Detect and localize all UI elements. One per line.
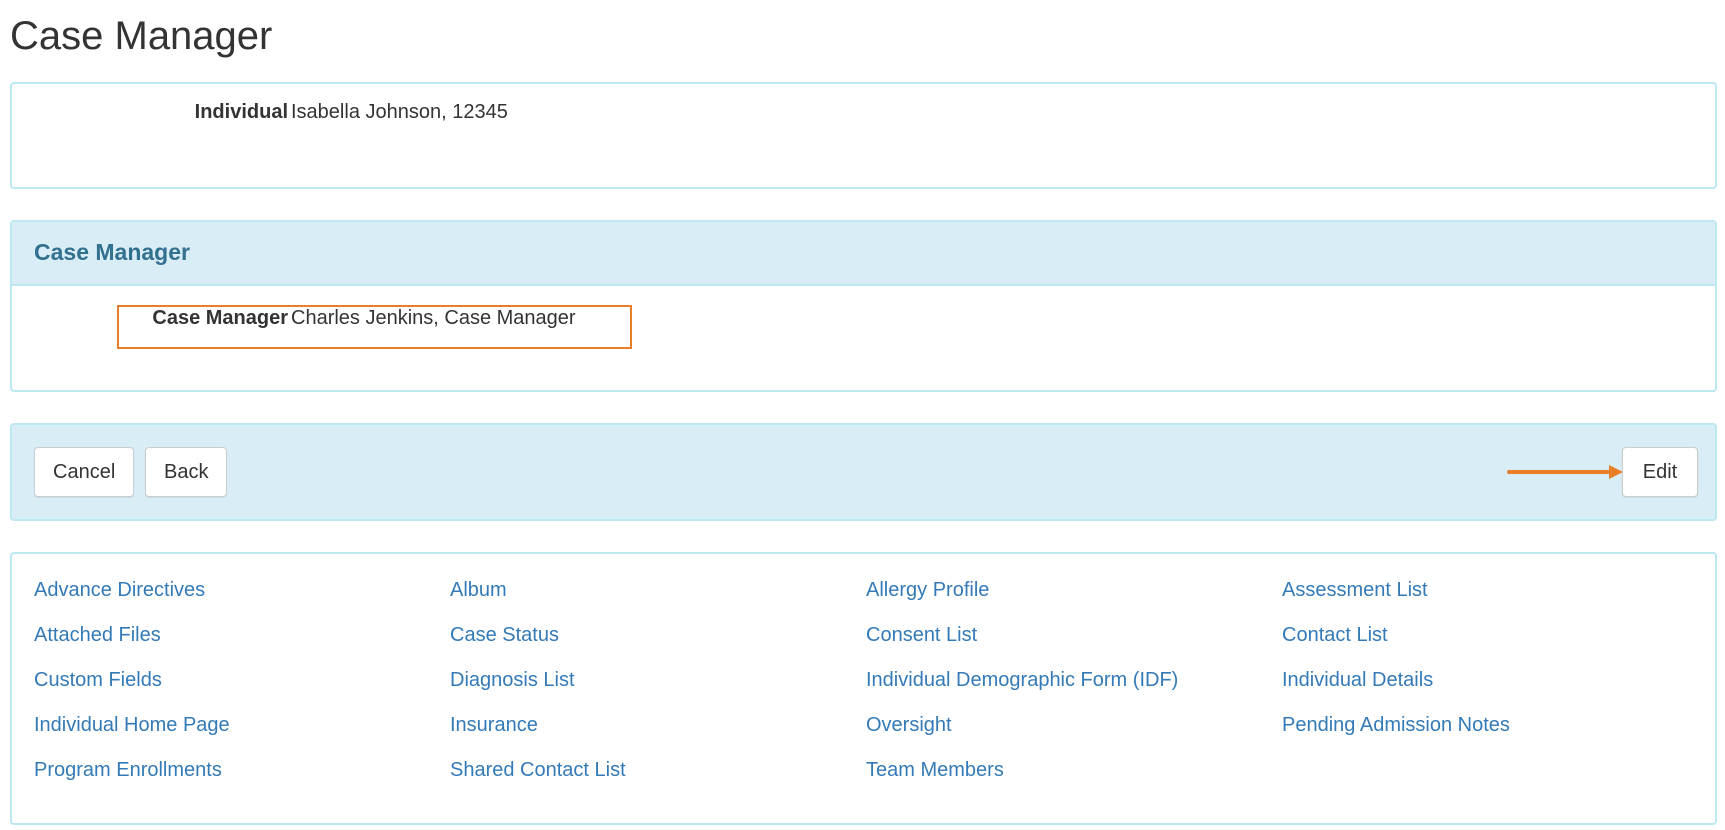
individual-label: Individual [194, 101, 288, 123]
link-custom-fields[interactable]: Custom Fields [34, 666, 450, 711]
page-title: Case Manager [10, 14, 273, 58]
link-oversight[interactable]: Oversight [866, 711, 1282, 756]
related-links-grid: Advance Directives Album Allergy Profile As… [34, 576, 1694, 801]
link-assessment-list[interactable]: Assessment List [1282, 576, 1694, 621]
link-individual-home-page[interactable]: Individual Home Page [34, 711, 450, 756]
highlight-annotation-box [117, 305, 632, 349]
link-program-enrollments[interactable]: Program Enrollments [34, 756, 450, 801]
link-individual-details[interactable]: Individual Details [1282, 666, 1694, 711]
individual-panel: Individual Isabella Johnson, 12345 [10, 82, 1717, 189]
link-pending-admission-notes[interactable]: Pending Admission Notes [1282, 711, 1694, 756]
link-allergy-profile[interactable]: Allergy Profile [866, 576, 1282, 621]
link-individual-demographic-form-idf[interactable]: Individual Demographic Form (IDF) [866, 666, 1282, 711]
link-diagnosis-list[interactable]: Diagnosis List [450, 666, 866, 711]
link-attached-files[interactable]: Attached Files [34, 621, 450, 666]
cancel-button[interactable]: Cancel [34, 447, 135, 497]
page: Case Manager Individual Isabella Johnson… [0, 0, 1725, 830]
individual-value: Isabella Johnson, 12345 [291, 101, 508, 123]
link-consent-list[interactable]: Consent List [866, 621, 1282, 666]
link-album[interactable]: Album [450, 576, 866, 621]
link-insurance[interactable]: Insurance [450, 711, 866, 756]
arrow-right-icon [1507, 465, 1623, 479]
individual-field: Individual Isabella Johnson, 12345 [12, 98, 612, 142]
link-shared-contact-list[interactable]: Shared Contact List [450, 756, 866, 801]
link-advance-directives[interactable]: Advance Directives [34, 576, 450, 621]
link-contact-list[interactable]: Contact List [1282, 621, 1694, 666]
actions-panel: Cancel Back Edit [10, 423, 1717, 521]
related-links-panel: Advance Directives Album Allergy Profile As… [10, 552, 1717, 825]
link-team-members[interactable]: Team Members [866, 756, 1282, 801]
back-button[interactable]: Back [145, 447, 228, 497]
case-manager-panel-heading: Case Manager [12, 222, 1715, 286]
link-case-status[interactable]: Case Status [450, 621, 866, 666]
edit-button[interactable]: Edit [1622, 447, 1698, 497]
case-manager-heading-title: Case Manager [34, 239, 190, 265]
